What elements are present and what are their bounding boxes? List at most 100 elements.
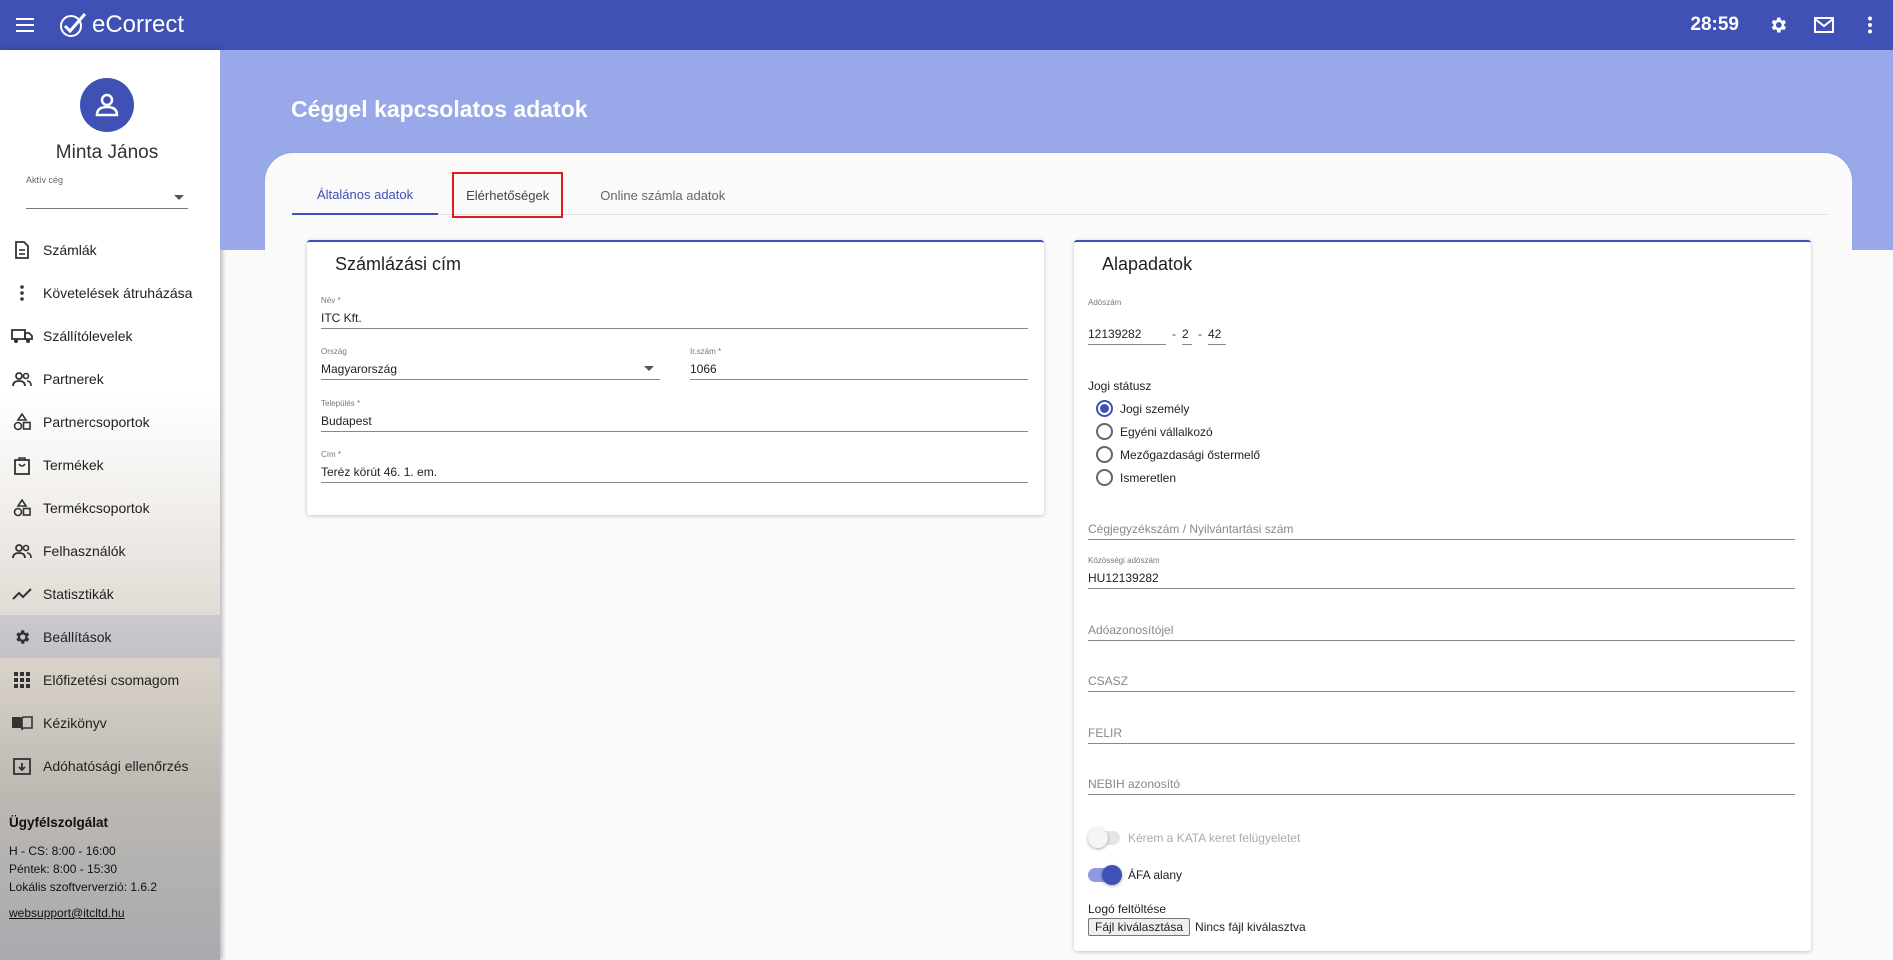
sidebar-nav: Számlák Követelések átruházása Szállítól… — [0, 228, 220, 787]
address-value: Teréz körút 46. 1. em. — [321, 461, 1028, 483]
country-select[interactable]: Ország Magyarország — [321, 347, 660, 380]
people-icon — [11, 540, 33, 562]
support-email-link[interactable]: websupport@itcltd.hu — [9, 906, 214, 920]
address-field[interactable]: Cím * Teréz körút 46. 1. em. — [321, 450, 1028, 483]
active-company-label: Aktív cég — [26, 175, 64, 185]
zip-value: 1066 — [690, 358, 1028, 380]
radio-label: Egyéni vállalkozó — [1120, 424, 1213, 439]
zip-label: Ir.szám * — [690, 347, 722, 356]
sidebar-item-label: Statisztikák — [43, 585, 114, 602]
felir-placeholder: FELIR — [1088, 722, 1795, 744]
name-label: Név * — [321, 296, 341, 305]
sidebar-item-label: Szállítólevelek — [43, 327, 133, 344]
logo-upload-label: Logó feltöltése — [1088, 902, 1167, 916]
toggle-off-icon — [1088, 828, 1120, 848]
billing-address-title: Számlázási cím — [335, 254, 462, 274]
registration-number-placeholder: Cégjegyzékszám / Nyilvántartási szám — [1088, 518, 1795, 540]
choose-file-button[interactable]: Fájl kiválasztása — [1088, 918, 1191, 936]
sidebar-item-termekek[interactable]: Termékek — [0, 443, 220, 486]
city-label: Település * — [321, 399, 361, 408]
trending-icon — [11, 583, 33, 605]
page-title: Céggel kapcsolatos adatok — [291, 96, 588, 122]
billing-address-panel: Számlázási cím Név * ITC Kft. Ország Mag… — [307, 240, 1044, 515]
sidebar-item-label: Felhasználók — [43, 542, 126, 559]
support-title: Ügyfélszolgálat — [9, 815, 109, 830]
shopping-bag-icon — [11, 454, 33, 476]
sidebar-item-koveteles[interactable]: Követelések átruházása — [0, 271, 220, 314]
tax-dash: - — [1172, 327, 1176, 341]
sidebar-item-szallitolevelek[interactable]: Szállítólevelek — [0, 314, 220, 357]
active-company-select[interactable] — [26, 186, 188, 209]
sidebar-item-partnercsoportok[interactable]: Partnercsoportok — [0, 400, 220, 443]
chevron-down-icon — [644, 366, 654, 371]
more-menu-button[interactable] — [1847, 0, 1893, 50]
felir-field[interactable]: FELIR — [1088, 722, 1795, 744]
ecorrect-logo-icon — [60, 13, 87, 37]
avatar[interactable] — [80, 78, 134, 132]
sidebar-item-beallitasok[interactable]: Beállítások — [0, 615, 220, 658]
country-value: Magyarország — [321, 358, 660, 380]
hamburger-menu-button[interactable] — [0, 0, 52, 50]
tab-bar: Általános adatok Elérhetőségek Online sz… — [292, 172, 1827, 218]
user-name: Minta János — [55, 142, 159, 163]
eu-tax-number-value: HU12139282 — [1088, 567, 1795, 589]
gear-icon — [11, 626, 33, 648]
radio-ismeretlen[interactable]: Ismeretlen — [1096, 469, 1176, 486]
sidebar-item-elofizetes[interactable]: Előfizetési csomagom — [0, 658, 220, 701]
sidebar: Minta János Aktív cég Számlák Követelése… — [0, 50, 220, 960]
sidebar-item-kezikonyv[interactable]: Kézikönyv — [0, 701, 220, 744]
sidebar-item-szamlak[interactable]: Számlák — [0, 228, 220, 271]
city-field[interactable]: Település * Budapest — [321, 399, 1028, 432]
support-hours-weekdays: H - CS: 8:00 - 16:00 — [9, 844, 116, 858]
radio-unselected-icon — [1096, 469, 1113, 486]
radio-unselected-icon — [1096, 446, 1113, 463]
tax-number-part3[interactable]: 42 — [1208, 323, 1226, 345]
app-title: eCorrect — [92, 11, 185, 38]
tax-number-input: 12139282 - 2 - 42 — [1088, 323, 1226, 345]
gear-icon — [1771, 17, 1786, 33]
nebih-placeholder: NEBIH azonosító — [1088, 773, 1795, 795]
tax-number-part1[interactable]: 12139282 — [1088, 323, 1166, 345]
csasz-placeholder: CSASZ — [1088, 670, 1795, 692]
settings-button[interactable] — [1755, 0, 1801, 50]
more-vert-icon — [11, 282, 33, 304]
messages-button[interactable] — [1801, 0, 1847, 50]
tax-id-field[interactable]: Adóazonosítójel — [1088, 619, 1795, 641]
sidebar-item-adohatosagi[interactable]: Adóhatósági ellenőrzés — [0, 744, 220, 787]
app-logo[interactable]: eCorrect — [58, 11, 184, 39]
sidebar-item-termekcsoportok[interactable]: Termékcsoportok — [0, 486, 220, 529]
mail-icon — [1814, 17, 1834, 33]
radio-label: Ismeretlen — [1120, 470, 1177, 485]
support-hours-friday: Péntek: 8:00 - 15:30 — [9, 862, 118, 876]
vat-subject-toggle[interactable]: ÁFA alany — [1088, 865, 1182, 885]
eu-tax-number-field[interactable]: Közösségi adószám HU12139282 — [1088, 556, 1795, 589]
sidebar-item-felhasznalok[interactable]: Felhasználók — [0, 529, 220, 572]
tab-online-invoice[interactable]: Online számla adatok — [575, 175, 750, 215]
country-label: Ország — [321, 347, 347, 356]
nebih-field[interactable]: NEBIH azonosító — [1088, 773, 1795, 795]
sidebar-item-label: Beállítások — [43, 628, 112, 645]
chevron-down-icon — [174, 195, 184, 200]
radio-mezogazdasagi[interactable]: Mezőgazdasági őstermelő — [1096, 446, 1260, 463]
sidebar-item-label: Partnercsoportok — [43, 413, 150, 430]
zip-field[interactable]: Ir.szám * 1066 — [690, 347, 1028, 380]
name-field[interactable]: Név * ITC Kft. — [321, 296, 1028, 329]
tab-general[interactable]: Általános adatok — [292, 175, 439, 215]
tax-number-part2[interactable]: 2 — [1182, 323, 1192, 345]
more-vert-icon — [1868, 16, 1872, 34]
sidebar-item-label: Előfizetési csomagom — [43, 671, 180, 688]
radio-egyeni-vallalkozo[interactable]: Egyéni vállalkozó — [1096, 423, 1213, 440]
account-icon — [95, 93, 119, 117]
sidebar-item-statisztikak[interactable]: Statisztikák — [0, 572, 220, 615]
registration-number-field[interactable]: Cégjegyzékszám / Nyilvántartási szám — [1088, 518, 1795, 540]
kata-toggle[interactable]: Kérem a KATA keret felügyeletet — [1088, 828, 1300, 848]
basic-data-panel: Alapadatok Adószám 12139282 - 2 - 42 Jog… — [1074, 240, 1811, 951]
radio-jogi-szemely[interactable]: Jogi személy — [1096, 400, 1189, 417]
content-card: Általános adatok Elérhetőségek Online sz… — [265, 153, 1852, 960]
sidebar-item-partnerek[interactable]: Partnerek — [0, 357, 220, 400]
csasz-field[interactable]: CSASZ — [1088, 670, 1795, 692]
sidebar-item-label: Termékcsoportok — [43, 499, 150, 516]
customer-support: Ügyfélszolgálat H - CS: 8:00 - 16:00 Pén… — [9, 815, 214, 920]
tab-contacts[interactable]: Elérhetőségek — [452, 172, 564, 218]
software-version: Lokális szoftververzió: 1.6.2 — [9, 880, 158, 894]
